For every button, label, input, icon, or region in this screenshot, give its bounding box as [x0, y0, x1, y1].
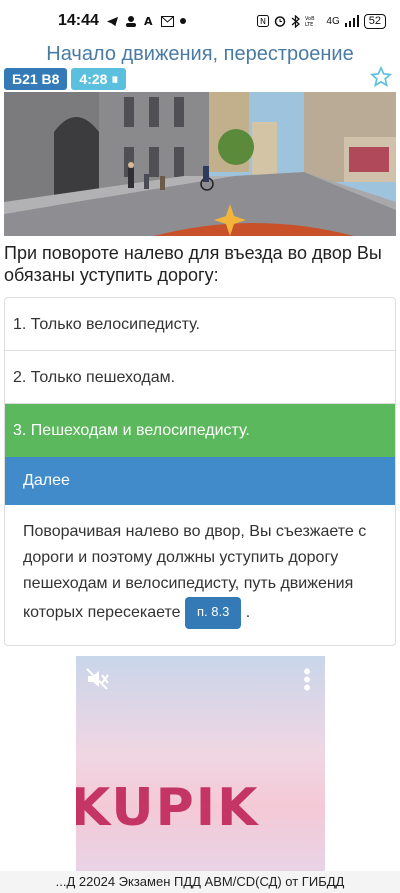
footer-bar: ...Д 22024 Экзамен ПДД ABM/CD(СД) от ГИБ… [0, 871, 400, 893]
status-bar: 14:44 A N VoB LTE 4G 52 [0, 0, 400, 42]
svg-text:LTE: LTE [305, 22, 313, 27]
explanation-end: . [245, 604, 251, 622]
ticket-badge[interactable]: Б21 В8 [4, 68, 68, 90]
question-text: При повороте налево для въезда во двор В… [4, 243, 382, 285]
alarm-icon [275, 16, 286, 27]
volte-icon: VoBLTE [305, 16, 315, 27]
page-title: Начало движения, перестроение [46, 43, 354, 65]
timer-badge[interactable]: 4:28 ⏸ [71, 68, 127, 90]
mail-icon [161, 15, 174, 27]
answer-option-3-correct[interactable]: 3. Пешеходам и велосипедисту. [5, 404, 395, 457]
ticket-badges: Б21 В8 4:28 ⏸ [4, 68, 127, 90]
a-icon: A [144, 15, 153, 27]
bluetooth-icon [291, 14, 301, 28]
explanation: Поворачивая налево во двор, Вы съезжаете… [5, 505, 395, 645]
ad-banner[interactable]: • • • KUPIK [76, 656, 325, 872]
network-type: 4G [326, 15, 340, 27]
answer-panel: 1. Только велосипедисту. 2. Только пешех… [4, 297, 396, 646]
svg-text:N: N [260, 17, 266, 26]
rule-reference-button[interactable]: п. 8.3 [185, 597, 242, 629]
svg-text:A: A [144, 15, 153, 27]
star-icon[interactable] [370, 66, 392, 88]
ad-logo: KUPIK [76, 778, 260, 838]
nfc-icon: N [257, 15, 270, 27]
status-time: 14:44 [58, 12, 99, 29]
question-image [4, 92, 396, 236]
telegram-icon [106, 16, 119, 26]
dot-icon [180, 18, 186, 24]
next-button[interactable]: Далее [5, 457, 395, 505]
person-icon [126, 16, 136, 27]
answer-option-2[interactable]: 2. Только пешеходам. [5, 351, 395, 404]
road-scene-illustration [4, 92, 396, 236]
status-right-icons: N VoB LTE 4G 52 [257, 13, 386, 29]
battery-indicator: 52 [363, 13, 386, 29]
answer-option-1[interactable]: 1. Только велосипедисту. [5, 298, 395, 351]
more-options-icon[interactable]: • • • [303, 661, 311, 699]
mute-icon[interactable] [86, 668, 110, 690]
status-left-icons: A [106, 15, 186, 28]
signal-icon [344, 15, 359, 27]
